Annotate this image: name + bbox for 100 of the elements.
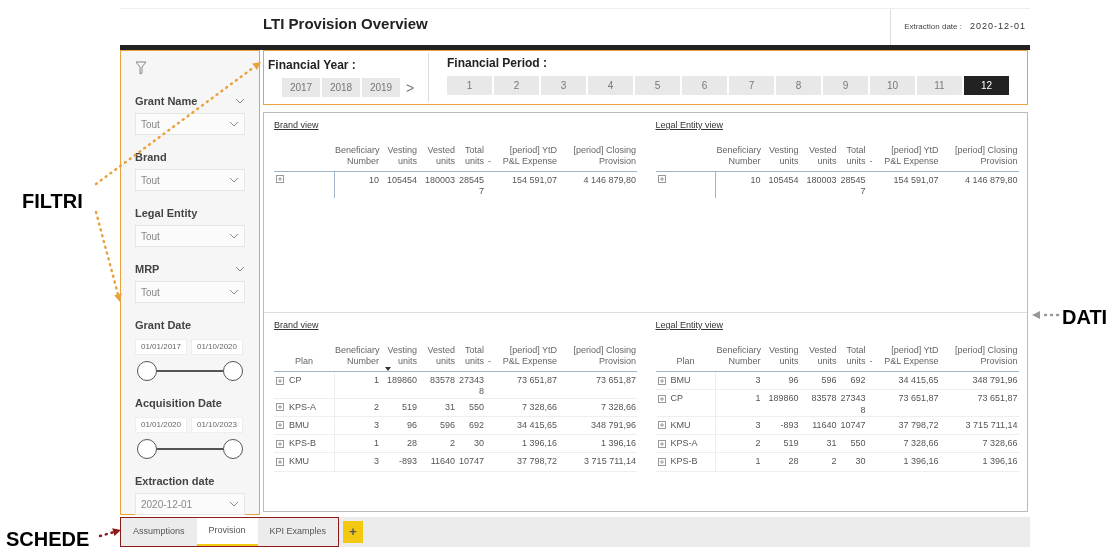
date-field[interactable]: 01/01/2017 — [135, 339, 187, 355]
column-header[interactable]: Beneficiary Number — [716, 144, 761, 167]
table-cell: 11640 — [812, 419, 837, 430]
expand-icon[interactable] — [657, 421, 666, 430]
expand-icon[interactable] — [657, 394, 666, 403]
table-cell: 2 — [755, 438, 761, 448]
table-cell: 30 — [855, 456, 866, 467]
period-button[interactable]: 3 — [541, 76, 586, 95]
filter-label: MRP — [135, 261, 160, 277]
dropdown-field[interactable]: Tout — [135, 113, 245, 135]
visual-title: Brand view — [274, 319, 319, 332]
column-header[interactable]: Total units — [457, 344, 484, 367]
column-header[interactable]: [period] Closing Provision — [940, 344, 1018, 367]
year-button[interactable]: 2017 — [282, 78, 320, 97]
column-header[interactable]: Beneficiary Number — [335, 144, 379, 167]
table-cell: 7 328,66 — [600, 401, 636, 412]
table-cell: 73 651,87 — [977, 393, 1018, 404]
column-header[interactable]: Vesting units — [381, 344, 417, 367]
period-button[interactable]: 2 — [494, 76, 539, 95]
column-header[interactable]: [period] YtD P&L Expense — [495, 144, 557, 167]
visual-title: Brand view — [274, 119, 319, 132]
column-header[interactable]: Plan — [295, 355, 313, 366]
period-button[interactable]: 7 — [729, 76, 774, 95]
column-header[interactable]: Total units — [838, 144, 866, 167]
table-cell: 2 — [450, 438, 455, 448]
column-header[interactable]: - — [486, 355, 493, 367]
slider-handle[interactable] — [137, 439, 157, 459]
year-button[interactable]: 2019 — [362, 78, 400, 97]
add-tab-button[interactable]: + — [343, 521, 364, 543]
date-field[interactable]: 01/01/2020 — [135, 417, 187, 433]
chevron-down-icon — [229, 501, 239, 507]
slider-handle[interactable] — [223, 361, 243, 381]
date-field[interactable]: 01/10/2023 — [191, 417, 243, 433]
expand-icon[interactable] — [276, 439, 284, 448]
slider-handle[interactable] — [223, 439, 243, 459]
slider-handle[interactable] — [137, 361, 157, 381]
period-button[interactable]: 9 — [823, 76, 868, 95]
column-header[interactable]: Vested units — [419, 144, 455, 167]
column-header[interactable]: Beneficiary Number — [335, 344, 379, 367]
column-header[interactable]: Total units — [457, 144, 484, 167]
dropdown-field[interactable]: 2020-12-01 — [135, 493, 245, 515]
column-header[interactable]: Plan — [676, 355, 695, 366]
next-button[interactable]: > — [406, 80, 415, 95]
table-cell: 83578 — [811, 393, 837, 404]
column-header[interactable]: [period] Closing Provision — [559, 344, 636, 367]
table-cell: KPS-A — [670, 438, 698, 450]
column-header[interactable]: Vesting units — [762, 144, 799, 167]
table-cell: 105454 — [768, 175, 799, 185]
period-button[interactable]: 4 — [588, 76, 633, 95]
column-header[interactable]: - — [486, 155, 493, 167]
period-button[interactable]: 10 — [870, 76, 915, 95]
column-header[interactable]: - — [867, 355, 875, 367]
table-cell: KPS-A — [289, 401, 316, 413]
annotation-label: DATI — [1062, 305, 1108, 330]
column-header[interactable]: Vested units — [800, 344, 837, 367]
table-cell: 96 — [788, 375, 799, 385]
table-cell: 596 — [439, 419, 455, 430]
dropdown-field[interactable]: Tout — [135, 225, 245, 247]
table-cell: 189860 — [386, 375, 417, 385]
period-button[interactable]: 11 — [917, 76, 962, 95]
section-title: Financial Year : — [268, 57, 357, 74]
column-header[interactable]: Vested units — [800, 144, 837, 167]
column-header[interactable]: [period] YtD P&L Expense — [876, 144, 939, 167]
column-header[interactable]: Total units — [838, 344, 866, 367]
expand-icon[interactable] — [657, 439, 666, 448]
column-header[interactable]: Vesting units — [762, 344, 799, 367]
column-header[interactable]: - — [867, 155, 875, 167]
table-cell: 285457 — [458, 175, 484, 197]
table-cell: 73 651,87 — [898, 393, 939, 404]
column-header[interactable]: [period] Closing Provision — [940, 144, 1018, 167]
sort-icon — [385, 367, 391, 371]
period-button[interactable]: 12 — [964, 76, 1009, 95]
expand-icon[interactable] — [657, 457, 666, 466]
table-cell: 37 798,72 — [898, 419, 939, 430]
column-header[interactable]: [period] YtD P&L Expense — [876, 344, 939, 367]
period-button[interactable]: 5 — [635, 76, 680, 95]
dropdown-field[interactable]: Tout — [135, 281, 245, 303]
expand-icon[interactable] — [657, 175, 666, 183]
table-cell: 692 — [468, 419, 484, 430]
expand-icon[interactable] — [276, 403, 284, 412]
dropdown-field[interactable]: Tout — [135, 169, 245, 191]
year-button[interactable]: 2018 — [322, 78, 360, 97]
table-cell: CP — [670, 393, 683, 405]
column-header[interactable]: [period] Closing Provision — [559, 144, 636, 167]
period-button[interactable]: 1 — [447, 76, 492, 95]
column-header[interactable]: Vested units — [419, 344, 455, 367]
period-button[interactable]: 6 — [682, 76, 727, 95]
column-header[interactable]: Vesting units — [381, 144, 417, 167]
expand-icon[interactable] — [657, 376, 666, 385]
table-cell: 273438 — [458, 375, 484, 397]
expand-icon[interactable] — [276, 376, 284, 385]
expand-icon[interactable] — [276, 175, 284, 183]
page-tab[interactable]: Provision — [196, 518, 258, 546]
column-header[interactable]: Beneficiary Number — [716, 344, 761, 367]
column-header[interactable]: [period] YtD P&L Expense — [495, 344, 557, 367]
date-field[interactable]: 01/10/2020 — [191, 339, 243, 355]
expand-icon[interactable] — [276, 457, 284, 466]
period-button[interactable]: 8 — [776, 76, 821, 95]
expand-icon[interactable] — [276, 421, 284, 430]
filter-label: Legal Entity — [135, 205, 198, 221]
